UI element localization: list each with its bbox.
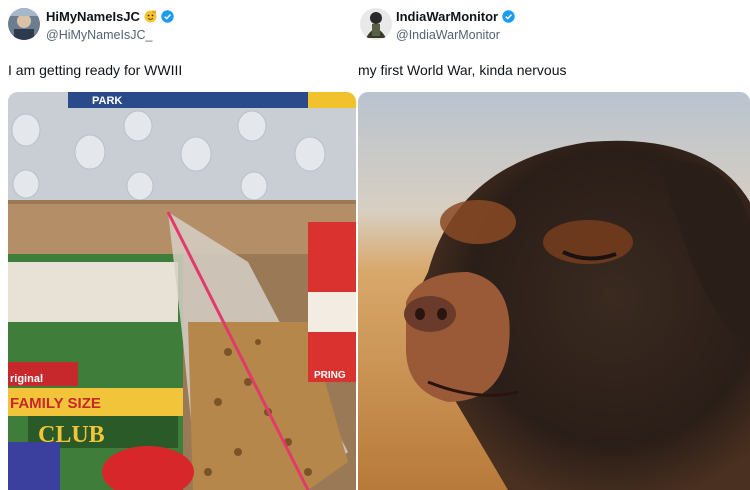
photo-label-cracker-brand: CLUB [38, 422, 105, 448]
tweet-card-2[interactable]: IndiaWarMonitor @IndiaWarMonitor my firs… [356, 0, 750, 490]
tweet-photo[interactable] [358, 92, 750, 490]
photo-label-can: PRING [314, 370, 346, 381]
tweet-card-1[interactable]: HiMyNameIsJC @HiMyNameIsJC_ I am getting… [0, 0, 356, 490]
photo-label-cracker-1: riginal [10, 373, 43, 385]
display-name-row[interactable]: HiMyNameIsJC [46, 9, 174, 24]
display-name-row[interactable]: IndiaWarMonitor [396, 9, 515, 24]
verified-badge-icon [161, 10, 174, 23]
tweet-text: I am getting ready for WWIII [8, 62, 183, 78]
display-name[interactable]: IndiaWarMonitor [396, 9, 498, 24]
handle[interactable]: @HiMyNameIsJC_ [46, 28, 152, 42]
photo-label-water: PARK [92, 95, 122, 107]
display-name[interactable]: HiMyNameIsJC [46, 9, 140, 24]
avatar[interactable] [360, 8, 392, 40]
saluting-face-emoji-icon [144, 10, 157, 23]
tweet-photo[interactable]: PARK riginal FAMILY SIZE CLUB PRING [8, 92, 356, 490]
handle[interactable]: @IndiaWarMonitor [396, 28, 500, 42]
verified-badge-icon [502, 10, 515, 23]
avatar[interactable] [8, 8, 40, 40]
tweet-text: my first World War, kinda nervous [358, 62, 567, 78]
photo-label-cracker-2: FAMILY SIZE [10, 395, 101, 412]
